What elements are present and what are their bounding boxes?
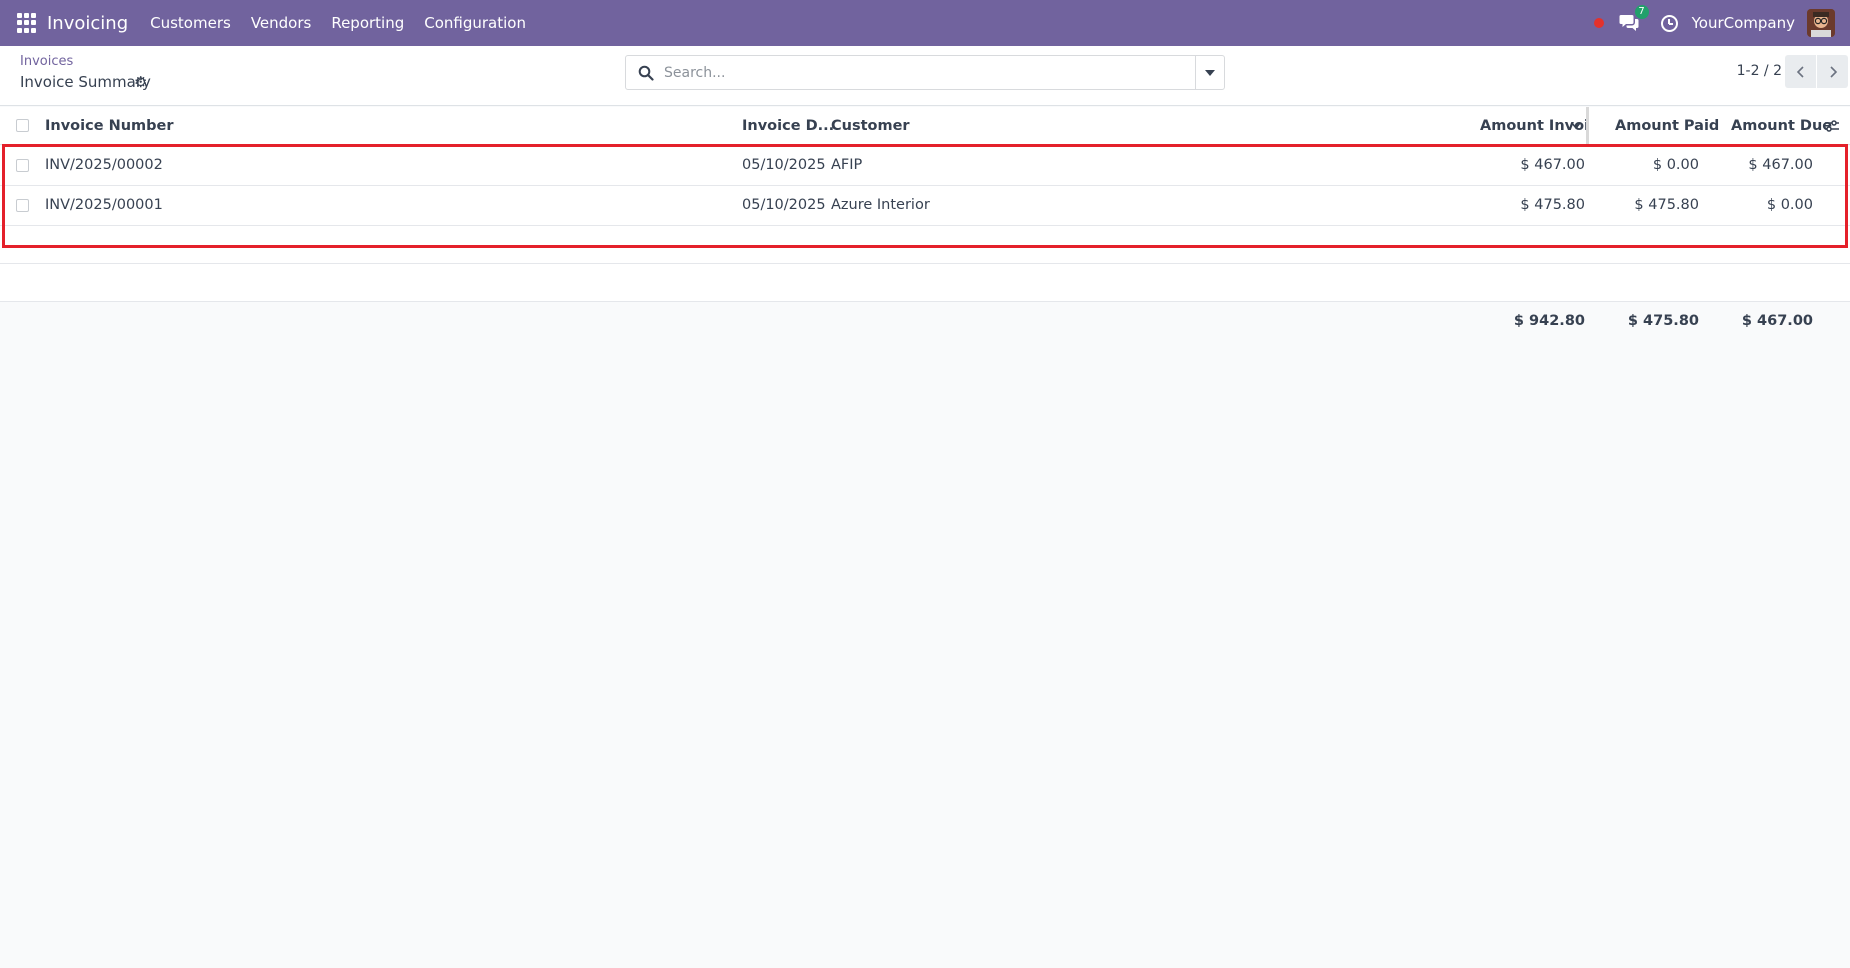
search-input[interactable] [664,57,1195,88]
search-bar [625,55,1225,90]
optional-columns-icon[interactable] [1824,119,1840,133]
empty-row [0,226,1850,264]
chevron-right-icon [1829,65,1837,78]
top-navbar: Invoicing Customers Vendors Reporting Co… [0,0,1850,46]
cell-amount-paid: $ 475.80 [1634,197,1699,213]
app-grid-icon[interactable] [17,13,37,33]
user-avatar[interactable] [1807,9,1835,37]
table-row[interactable]: INV/2025/00002 05/10/2025 AFIP $ 467.00 … [0,146,1850,186]
table-row[interactable]: INV/2025/00001 05/10/2025 Azure Interior… [0,186,1850,226]
menu-configuration[interactable]: Configuration [414,14,536,32]
total-amount-due: $ 467.00 [1741,313,1813,329]
table-header: Invoice Number Invoice D... Customer Amo… [0,107,1850,145]
column-invoice-number[interactable]: Invoice Number [45,118,174,134]
column-amount-due[interactable]: Amount Due [1731,118,1832,134]
control-panel: Invoices Invoice Summary ⚙ 1-2 / 2 [0,46,1850,106]
avatar-image [1807,9,1835,37]
page-title: Invoice Summary [20,73,151,91]
cell-invoice-date: 05/10/2025 [742,197,826,213]
empty-row [0,264,1850,302]
recording-indicator-icon[interactable] [1593,18,1604,28]
menu-reporting[interactable]: Reporting [321,14,414,32]
cell-invoice-number: INV/2025/00001 [45,197,163,213]
activity-clock-icon[interactable] [1660,14,1678,32]
gear-icon[interactable]: ⚙ [134,75,147,90]
cell-customer: Azure Interior [831,197,930,213]
cell-amount-invoiced: $ 467.00 [1520,157,1585,173]
pager-value[interactable]: 1-2 / 2 [1737,63,1782,79]
cell-amount-paid: $ 0.00 [1652,157,1699,173]
messages-button[interactable]: 7 [1619,5,1649,32]
total-amount-paid: $ 475.80 [1627,313,1699,329]
cell-invoice-date: 05/10/2025 [742,157,826,173]
pager-next-button[interactable] [1817,55,1848,88]
search-options-toggle[interactable] [1195,56,1224,89]
menu-customers[interactable]: Customers [140,14,241,32]
company-switcher[interactable]: YourCompany [1692,14,1795,32]
table-totals-row: $ 942.80 $ 475.80 $ 467.00 [0,302,1850,342]
pager-previous-button[interactable] [1785,55,1816,88]
total-amount-invoiced: $ 942.80 [1513,313,1585,329]
chat-icon [1619,15,1639,31]
row-checkbox[interactable] [16,199,29,212]
chevron-left-icon [1796,65,1804,78]
cell-amount-invoiced: $ 475.80 [1520,197,1585,213]
sort-chevron-down-icon[interactable] [1570,121,1582,131]
column-invoice-date[interactable]: Invoice D... [742,118,834,134]
column-resize-handle[interactable] [1586,107,1589,145]
breadcrumb-invoices[interactable]: Invoices [20,54,73,69]
cell-customer: AFIP [831,157,863,173]
select-all-checkbox[interactable] [16,119,29,132]
cell-amount-due: $ 0.00 [1766,197,1813,213]
app-brand[interactable]: Invoicing [47,13,128,34]
caret-down-icon [1205,69,1215,76]
search-icon [638,65,654,81]
column-customer[interactable]: Customer [831,118,910,134]
column-amount-paid[interactable]: Amount Paid [1615,118,1719,134]
cell-amount-due: $ 467.00 [1748,157,1813,173]
row-checkbox[interactable] [16,159,29,172]
messages-count-badge: 7 [1634,5,1649,19]
menu-vendors[interactable]: Vendors [241,14,322,32]
cell-invoice-number: INV/2025/00002 [45,157,163,173]
